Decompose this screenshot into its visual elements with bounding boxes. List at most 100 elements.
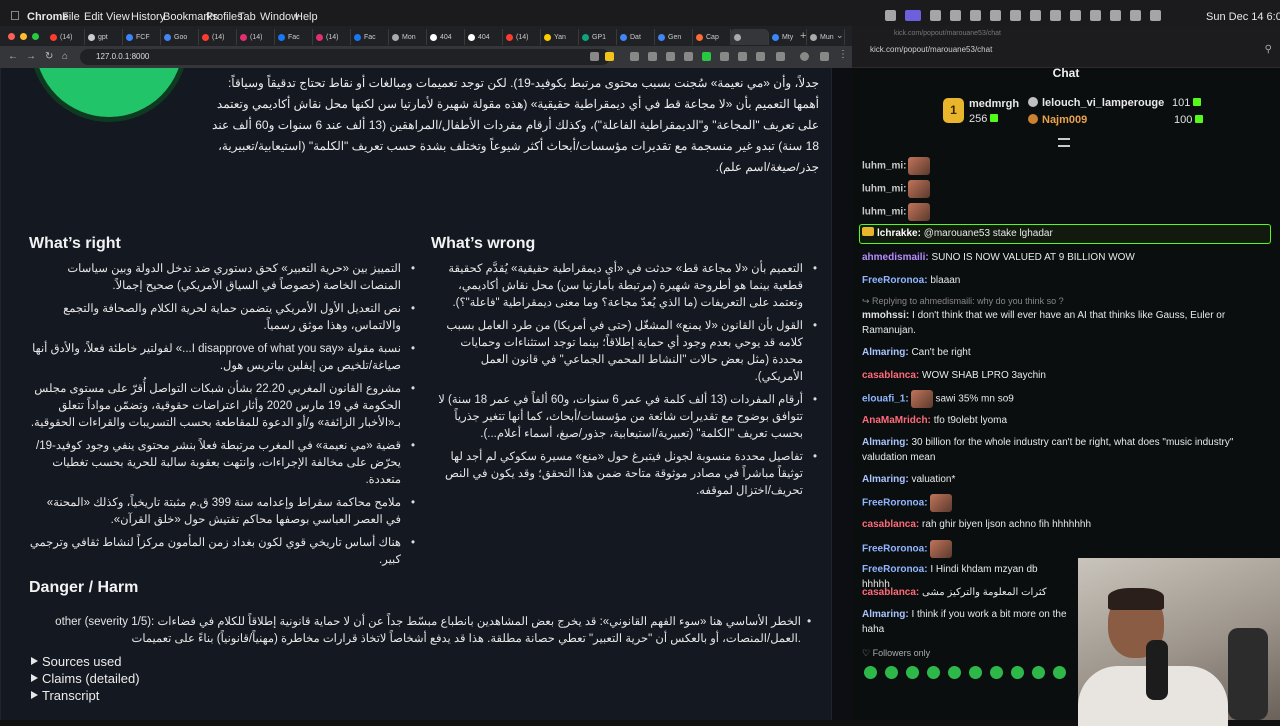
chat-username[interactable]: casablanca: <box>862 519 919 530</box>
browser-tab[interactable]: Yan <box>540 29 579 45</box>
status-icon[interactable] <box>930 10 941 21</box>
apple-icon[interactable]:  <box>10 8 20 23</box>
sources-used-toggle[interactable]: Sources used <box>31 654 122 669</box>
emote-icon[interactable] <box>1011 666 1024 679</box>
extension-icon[interactable] <box>756 52 765 61</box>
back-icon[interactable]: ← <box>8 51 18 62</box>
forward-icon[interactable]: → <box>26 51 36 62</box>
menu-view[interactable]: View <box>106 11 130 23</box>
browser-tab[interactable]: Fac <box>350 29 389 45</box>
collapse-gifters-icon[interactable] <box>1058 138 1070 147</box>
extension-icon[interactable] <box>720 52 729 61</box>
status-icon[interactable] <box>990 10 1001 21</box>
extension-icon[interactable] <box>684 52 693 61</box>
chat-username[interactable]: Almaring: <box>862 474 909 485</box>
chat-username[interactable]: casablanca: <box>862 587 919 598</box>
chat-username[interactable]: AnaMaMridch: <box>862 415 931 426</box>
menu-help[interactable]: Help <box>295 11 318 23</box>
extensions-puzzle-icon[interactable] <box>776 52 785 61</box>
status-icon[interactable] <box>950 10 961 21</box>
transcript-toggle[interactable]: Transcript <box>31 688 99 703</box>
browser-tab[interactable]: Gen <box>654 29 693 45</box>
chat-username[interactable]: luhm_mi: <box>862 184 906 195</box>
gifter-name[interactable]: lelouch_vi_lamperouge <box>1028 97 1164 109</box>
minimize-window-icon[interactable] <box>20 33 27 40</box>
emote-icon[interactable] <box>885 666 898 679</box>
chat-username[interactable]: Almaring: <box>862 437 909 448</box>
status-icon[interactable] <box>970 10 981 21</box>
home-icon[interactable]: ⌂ <box>62 51 68 62</box>
wifi-icon[interactable] <box>1090 10 1101 21</box>
emote-icon[interactable] <box>864 666 877 679</box>
reload-icon[interactable]: ↻ <box>45 51 53 62</box>
search-icon[interactable]: ⚲ <box>1265 44 1272 55</box>
browser-tab[interactable]: gpt <box>84 29 123 45</box>
chat-username[interactable]: FreeRoronoa: <box>862 275 928 286</box>
browser-tab[interactable]: (14) <box>502 29 541 45</box>
menu-file[interactable]: File <box>62 11 80 23</box>
browser-tab[interactable]: Cap <box>692 29 731 45</box>
status-icon[interactable] <box>1010 10 1021 21</box>
emote-icon[interactable] <box>1053 666 1066 679</box>
chat-username[interactable]: FreeRoronoa: <box>862 498 928 509</box>
browser-tab[interactable]: (14) <box>236 29 275 45</box>
chat-username[interactable]: luhm_mi: <box>862 207 906 218</box>
control-center-icon[interactable] <box>1130 10 1141 21</box>
browser-tab[interactable]: 404 <box>426 29 465 45</box>
popout-url[interactable]: kick.com/popout/marouane53/chat <box>870 45 992 54</box>
close-window-icon[interactable] <box>8 33 15 40</box>
emote-icon[interactable] <box>1032 666 1045 679</box>
browser-tab[interactable] <box>730 29 769 45</box>
menu-history[interactable]: History <box>131 11 165 23</box>
chat-username[interactable]: FreeRoronoa: <box>862 544 928 555</box>
chat-username[interactable]: Almaring: <box>862 347 909 358</box>
emote-icon[interactable] <box>969 666 982 679</box>
chat-username[interactable]: ahmedismaili: <box>862 252 929 263</box>
status-icon[interactable] <box>885 10 896 21</box>
emote-icon[interactable] <box>927 666 940 679</box>
menu-edit[interactable]: Edit <box>84 11 103 23</box>
screen-recording-icon[interactable] <box>905 10 921 21</box>
chat-username[interactable]: elouafi_1: <box>862 394 909 405</box>
extension-icon[interactable] <box>820 52 829 61</box>
emote-icon[interactable] <box>990 666 1003 679</box>
bookmark-star-icon[interactable] <box>605 52 614 61</box>
browser-tab[interactable]: 404 <box>464 29 503 45</box>
search-icon[interactable] <box>1110 10 1121 21</box>
chat-username[interactable]: casablanca: <box>862 370 919 381</box>
browser-tab[interactable]: GP1 <box>578 29 617 45</box>
chrome-menu-icon[interactable]: ⋮ <box>838 49 848 60</box>
extension-icon[interactable] <box>738 52 747 61</box>
browser-tab[interactable]: Dat <box>616 29 655 45</box>
chat-username[interactable]: FreeRoronoa: <box>862 564 928 575</box>
chat-username[interactable]: Almaring: <box>862 609 909 620</box>
new-tab-button[interactable]: + <box>800 30 806 42</box>
extension-icon[interactable] <box>630 52 639 61</box>
browser-tab[interactable]: (14) <box>46 29 85 45</box>
extension-icon[interactable] <box>648 52 657 61</box>
browser-tab[interactable]: (14) <box>198 29 237 45</box>
browser-tab[interactable]: Fac <box>274 29 313 45</box>
browser-tab[interactable]: Goo <box>160 29 199 45</box>
browser-tab[interactable]: FCF <box>122 29 161 45</box>
top-gifter-name[interactable]: medmrgh <box>969 98 1019 110</box>
extension-icon[interactable] <box>666 52 675 61</box>
address-bar[interactable]: 127.0.0.1:8000 <box>80 49 610 65</box>
chat-username[interactable]: luhm_mi: <box>862 161 906 172</box>
profile-avatar-icon[interactable] <box>800 52 809 61</box>
maximize-window-icon[interactable] <box>32 33 39 40</box>
menu-window[interactable]: Window <box>260 11 299 23</box>
browser-tab[interactable]: Mon <box>388 29 427 45</box>
browser-tab[interactable]: (14) <box>312 29 351 45</box>
status-icon[interactable] <box>1070 10 1081 21</box>
emote-icon[interactable] <box>948 666 961 679</box>
extension-icon[interactable] <box>702 52 711 61</box>
user-icon[interactable] <box>1150 10 1161 21</box>
status-icon[interactable] <box>1030 10 1041 21</box>
menubar-clock[interactable]: Sun Dec 14 6:05 PM <box>1206 11 1280 23</box>
emote-icon[interactable] <box>906 666 919 679</box>
chat-username[interactable]: mmohssi: <box>862 310 909 321</box>
gifter-name[interactable]: Najm009 <box>1028 114 1087 126</box>
chat-username[interactable]: lchrakke: <box>877 228 921 239</box>
menu-tab[interactable]: Tab <box>238 11 256 23</box>
